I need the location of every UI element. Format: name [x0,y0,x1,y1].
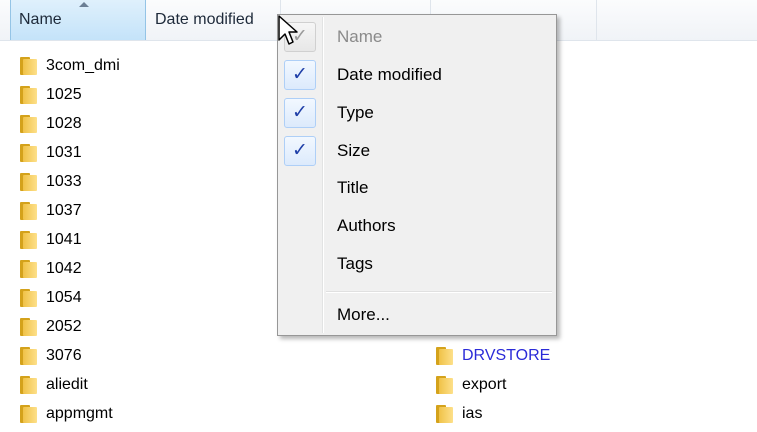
folder-name: 1037 [46,202,82,219]
menu-item-title[interactable]: Title [280,170,554,206]
folder-name: 1031 [46,144,82,161]
folder-name: export [462,376,507,393]
folder-icon [20,405,37,423]
menu-item-label: More... [337,305,390,324]
menu-item-label: Name [337,27,383,46]
menu-item-label: Type [337,103,374,122]
folder-name: 1033 [46,173,82,190]
folder-icon [20,289,37,307]
folder-icon [20,376,37,394]
menu-item-type[interactable]: ✓ Type [280,95,554,131]
folder-name: 1025 [46,86,82,103]
column-chooser-menu: ✓ Name ✓ Date modified ✓ Type ✓ Size Tit… [277,14,557,336]
folder-name: DRVSTORE [462,347,551,364]
folder-name: aliedit [46,376,88,393]
menu-item-name: ✓ Name [280,19,554,55]
checkmark-icon: ✓ [284,60,316,90]
folder-icon [436,347,453,365]
folder-name: 1041 [46,231,82,248]
menu-item-authors[interactable]: Authors [280,208,554,244]
checkmark-icon: ✓ [284,136,316,166]
folder-name: 1028 [46,115,82,132]
menu-item-date-modified[interactable]: ✓ Date modified [280,57,554,93]
folder-icon [436,376,453,394]
folder-icon [20,260,37,278]
menu-item-tags[interactable]: Tags [280,246,554,282]
folder-icon [20,115,37,133]
column-header-name[interactable]: Name [10,0,146,40]
menu-item-label: Tags [337,254,373,273]
folder-name: 1042 [46,260,82,277]
folder-name: ias [462,405,483,422]
column-header-date-modified-label: Date modified [155,11,254,28]
folder-icon [20,231,37,249]
menu-separator [326,291,552,293]
folder-name: 2052 [46,318,82,335]
menu-item-label: Title [337,178,369,197]
column-header-date-modified[interactable]: Date modified [147,0,281,40]
folder-icon [436,405,453,423]
folder-icon [20,202,37,220]
folder-icon [20,318,37,336]
column-header-name-label: Name [19,11,62,28]
menu-item-label: Date modified [337,65,442,84]
checkmark-icon: ✓ [284,98,316,128]
folder-icon [20,144,37,162]
folder-name: 3com_dmi [46,57,120,74]
folder-name: appmgmt [46,405,113,422]
folder-icon [20,173,37,191]
menu-item-label: Authors [337,216,396,235]
folder-icon [20,347,37,365]
folder-name: 1054 [46,289,82,306]
menu-item-size[interactable]: ✓ Size [280,133,554,169]
mouse-pointer-icon [278,15,298,45]
menu-item-label: Size [337,141,371,160]
folder-icon [20,57,37,75]
folder-icon [20,86,37,104]
menu-item-more[interactable]: More... [280,297,554,333]
column-header-blank [597,0,757,40]
sort-ascending-icon [79,2,89,7]
folder-name: 3076 [46,347,82,364]
